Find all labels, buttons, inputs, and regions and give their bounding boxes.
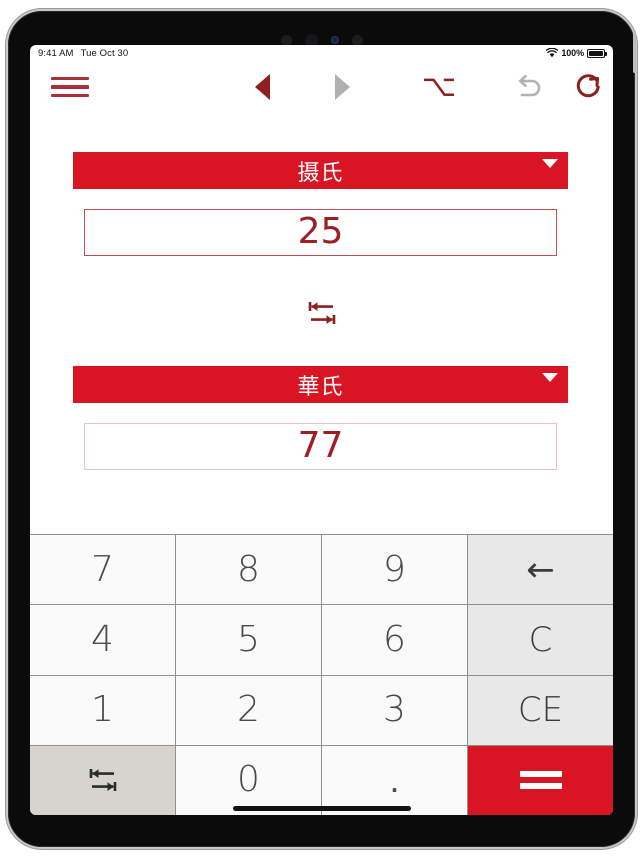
status-time: 9:41 AM bbox=[38, 47, 74, 59]
sensor-dot bbox=[280, 34, 292, 46]
battery-icon bbox=[587, 48, 607, 58]
back-button[interactable] bbox=[238, 61, 286, 113]
key-1-label: 1 bbox=[91, 689, 114, 731]
key-8-label: 8 bbox=[237, 548, 260, 590]
ipad-device-frame: 9:41 AM Tue Oct 30 100% ⌥ 摄氏 25 華氏 77 7 … bbox=[8, 11, 636, 847]
key-2[interactable]: 2 bbox=[176, 675, 321, 745]
key-4[interactable]: 4 bbox=[30, 605, 175, 675]
key-2-label: 2 bbox=[237, 689, 260, 731]
from-value-text: 25 bbox=[297, 210, 344, 252]
key-3[interactable]: 3 bbox=[322, 675, 467, 745]
ambient-sensor-icon bbox=[330, 36, 339, 44]
key-7[interactable]: 7 bbox=[30, 535, 175, 605]
wifi-icon bbox=[546, 48, 559, 58]
from-unit-dropdown[interactable]: 摄氏 bbox=[73, 152, 568, 189]
sensor-dot bbox=[351, 34, 363, 46]
key-clear-entry[interactable]: CE bbox=[468, 675, 613, 745]
key-5[interactable]: 5 bbox=[176, 605, 321, 675]
to-unit-dropdown[interactable]: 華氏 bbox=[73, 366, 568, 403]
key-6[interactable]: 6 bbox=[322, 605, 467, 675]
chevron-down-icon bbox=[542, 159, 558, 168]
numeric-keypad: 7 8 9 ← 4 5 6 C 1 2 3 CE 0. bbox=[30, 534, 613, 815]
key-9-label: 9 bbox=[383, 548, 406, 590]
key-9[interactable]: 9 bbox=[322, 535, 467, 605]
screen: 9:41 AM Tue Oct 30 100% ⌥ 摄氏 25 華氏 77 7 … bbox=[30, 45, 613, 815]
to-value-input[interactable]: 77 bbox=[84, 423, 557, 470]
status-bar-right: 100% bbox=[546, 48, 607, 58]
key-clear-label: C bbox=[528, 619, 553, 660]
equals-icon bbox=[519, 771, 562, 790]
key-4-label: 4 bbox=[91, 618, 114, 660]
key-3-label: 3 bbox=[383, 689, 406, 731]
from-unit-label: 摄氏 bbox=[297, 160, 344, 186]
power-button[interactable] bbox=[633, 33, 636, 73]
option-button[interactable]: ⌥ bbox=[413, 61, 465, 113]
key-decimal[interactable]: . bbox=[322, 745, 467, 815]
battery-percentage-label: 100% bbox=[561, 48, 584, 58]
option-alt-icon: ⌥ bbox=[421, 69, 457, 104]
converter-panel: 摄氏 25 華氏 77 bbox=[30, 113, 613, 536]
key-clear[interactable]: C bbox=[468, 605, 613, 675]
backspace-arrow-icon: ← bbox=[526, 549, 555, 590]
hamburger-menu-icon bbox=[51, 76, 89, 98]
undo-button[interactable] bbox=[503, 61, 555, 113]
key-clear-entry-label: CE bbox=[517, 690, 564, 731]
to-value-text: 77 bbox=[297, 424, 344, 466]
key-8[interactable]: 8 bbox=[176, 535, 321, 605]
status-bar-left: 9:41 AM Tue Oct 30 bbox=[38, 48, 128, 59]
key-swap[interactable] bbox=[30, 745, 175, 815]
forward-button[interactable] bbox=[318, 61, 366, 113]
swap-arrows-icon bbox=[89, 769, 116, 792]
redo-circular-arrow-icon bbox=[576, 74, 600, 98]
app-toolbar: ⌥ bbox=[30, 61, 613, 113]
undo-arrow-icon bbox=[518, 74, 541, 97]
from-value-input[interactable]: 25 bbox=[84, 209, 557, 256]
key-7-label: 7 bbox=[91, 548, 114, 590]
swap-arrows-icon bbox=[308, 302, 335, 324]
forward-triangle-icon bbox=[334, 74, 350, 100]
key-decimal-label: . bbox=[389, 759, 400, 801]
key-6-label: 6 bbox=[383, 618, 406, 660]
back-triangle-icon bbox=[254, 74, 270, 100]
status-bar: 9:41 AM Tue Oct 30 100% bbox=[30, 45, 613, 61]
battery-fill bbox=[589, 50, 603, 56]
redo-button[interactable] bbox=[563, 61, 613, 113]
home-indicator[interactable] bbox=[232, 806, 411, 811]
key-5-label: 5 bbox=[237, 618, 260, 660]
key-0-label: 0 bbox=[237, 759, 260, 801]
swap-units-button[interactable] bbox=[30, 291, 613, 335]
to-unit-label: 華氏 bbox=[297, 374, 344, 400]
key-equals[interactable] bbox=[468, 745, 613, 815]
chevron-down-icon bbox=[542, 373, 558, 382]
status-date: Tue Oct 30 bbox=[80, 47, 129, 59]
menu-button[interactable] bbox=[40, 61, 100, 113]
key-0[interactable]: 0 bbox=[176, 745, 321, 815]
key-backspace[interactable]: ← bbox=[468, 535, 613, 605]
key-1[interactable]: 1 bbox=[30, 675, 175, 745]
